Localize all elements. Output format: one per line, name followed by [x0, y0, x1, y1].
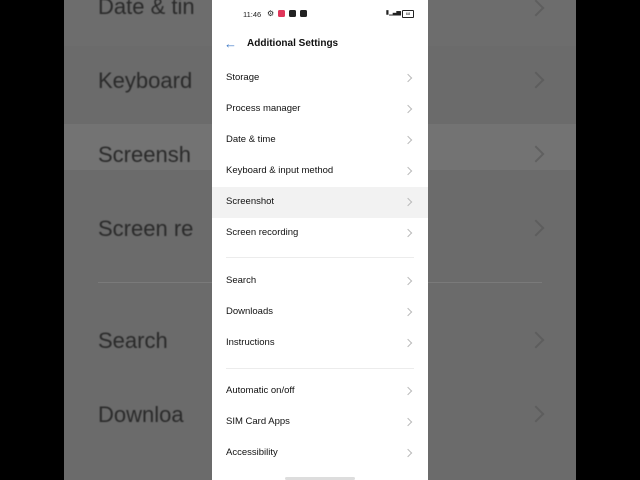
background-row: Date & tin	[98, 0, 195, 19]
nfc-icon: ▮	[385, 10, 389, 16]
instagram-icon	[278, 10, 285, 17]
chevron-right-icon	[403, 104, 413, 114]
chevron-right-icon	[403, 228, 413, 238]
settings-item-search[interactable]: Search	[212, 266, 428, 297]
background-row: Screensh	[98, 142, 191, 167]
settings-item-date-time[interactable]: Date & time	[212, 125, 428, 156]
section-divider	[226, 368, 414, 369]
chevron-right-icon	[403, 448, 413, 458]
chevron-right-icon	[403, 338, 413, 348]
settings-item-label: Automatic on/off	[226, 385, 295, 396]
chevron-right-icon	[403, 417, 413, 427]
app-notification-icon	[289, 10, 296, 17]
arrow-left-icon[interactable]: ←	[224, 37, 238, 51]
settings-item-screenshot[interactable]: Screenshot	[212, 187, 428, 218]
chevron-right-icon	[403, 276, 413, 286]
background-row: Search	[98, 328, 168, 353]
app-notification-icon	[300, 10, 307, 17]
status-bar: 11:46 ⚙ ▮ ▁▃▅ 68	[212, 6, 428, 22]
settings-item-keyboard-input[interactable]: Keyboard & input method	[212, 156, 428, 187]
app-header: ← Additional Settings	[212, 36, 428, 54]
settings-item-process-manager[interactable]: Process manager	[212, 94, 428, 125]
settings-item-label: Instructions	[226, 337, 275, 348]
chevron-right-icon	[403, 307, 413, 317]
settings-item-label: Storage	[226, 72, 260, 83]
settings-item-automatic-on-off[interactable]: Automatic on/off	[212, 376, 428, 407]
background-row: Keyboard	[98, 68, 193, 93]
page-title: Additional Settings	[247, 38, 339, 49]
background-chevron-icon	[527, 219, 545, 237]
settings-item-sim-card-apps[interactable]: SIM Card Apps	[212, 407, 428, 438]
settings-item-label: Search	[226, 275, 257, 286]
settings-item-label: Process manager	[226, 103, 301, 114]
chevron-right-icon	[403, 135, 413, 145]
settings-item-label: Downloads	[226, 306, 273, 317]
background-chevron-icon	[527, 405, 545, 423]
settings-item-screen-recording[interactable]: Screen recording	[212, 218, 428, 249]
settings-item-instructions[interactable]: Instructions	[212, 328, 428, 359]
background-chevron-icon	[527, 71, 545, 89]
background-row: Screen re	[98, 216, 194, 241]
battery-icon: 68	[402, 10, 414, 18]
settings-item-label: Keyboard & input method	[226, 165, 334, 176]
chevron-right-icon	[403, 73, 413, 83]
settings-item-downloads[interactable]: Downloads	[212, 297, 428, 328]
signal-icon: ▁▃▅	[389, 10, 401, 16]
settings-item-label: Screen recording	[226, 227, 299, 238]
settings-item-label: Date & time	[226, 134, 276, 145]
settings-item-storage[interactable]: Storage	[212, 63, 428, 94]
section-divider	[226, 257, 414, 258]
settings-item-accessibility[interactable]: Accessibility	[212, 438, 428, 469]
chevron-right-icon	[403, 166, 413, 176]
settings-item-label: SIM Card Apps	[226, 416, 290, 427]
status-time: 11:46	[243, 10, 262, 19]
settings-item-label: Screenshot	[226, 196, 275, 207]
chevron-right-icon	[403, 386, 413, 396]
chevron-right-icon	[403, 197, 413, 207]
settings-icon: ⚙	[267, 9, 275, 18]
background-chevron-icon	[527, 331, 545, 349]
background-row: Downloa	[98, 402, 184, 427]
settings-item-label: Accessibility	[226, 447, 278, 458]
phone-screen: 11:46 ⚙ ▮ ▁▃▅ 68 ← Additional Settings S…	[212, 0, 428, 480]
